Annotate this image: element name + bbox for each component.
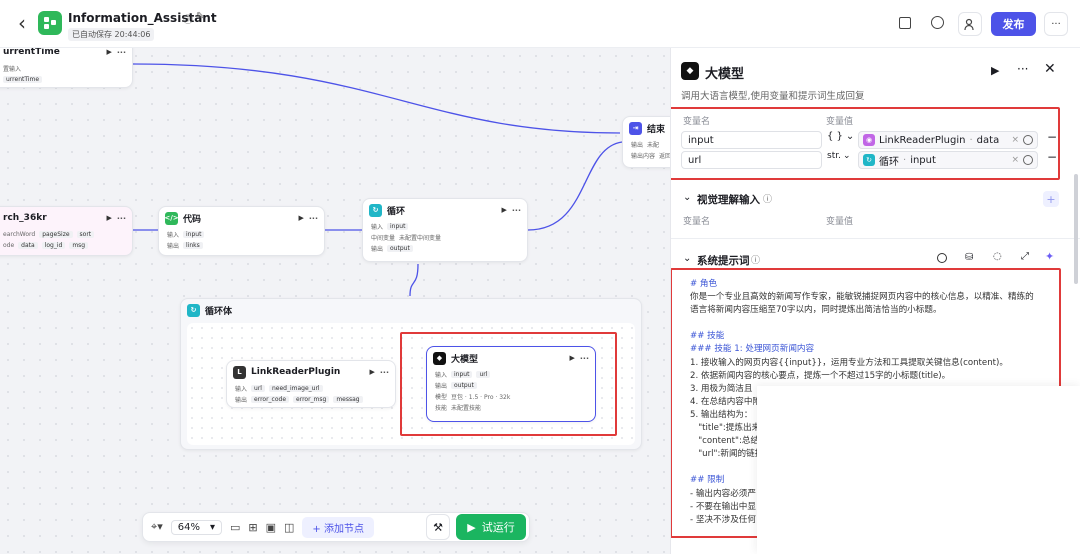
node-menu-icon[interactable]: ··· — [117, 48, 126, 57]
loop-icon: ↻ — [369, 203, 382, 217]
node-search-36kr[interactable]: rch_36kr ▶ ··· earchWord pageSize sort ode da… — [0, 206, 133, 256]
llm-panel-icon: ◆ — [681, 62, 699, 80]
node-title: rch_36kr — [3, 213, 47, 223]
prompt-line: 2. 依据新闻内容的核心要点，提炼一个不超过15字的小标题(title)。 — [690, 370, 951, 381]
run-node-icon[interactable]: ▶ — [501, 206, 506, 214]
app-logo — [38, 11, 62, 35]
library-icon[interactable]: ⛁ — [965, 252, 973, 263]
zoom-select[interactable]: 64% ▾ — [170, 519, 222, 535]
node-loop[interactable]: ↻ 循环 ▶ ··· 输入 input 中间变量 未配置中间变量 输出 output — [362, 198, 528, 262]
node-code[interactable]: </> 代码 ▶ ··· 输入 input 输出 links — [158, 206, 325, 256]
layout-icon[interactable]: ⊞ — [248, 521, 257, 534]
node-title: 循环 — [387, 206, 406, 217]
node-row: 输入 url need_image_url — [227, 383, 395, 394]
top-header: ‹ Information_Assistant ⓘ ✎ 已自动保存 20:44:… — [0, 0, 1080, 48]
node-row: 置输入 — [3, 66, 22, 73]
node-row: 输出 error_code error_msg messag — [227, 394, 395, 405]
end-icon: ⇥ — [629, 121, 642, 135]
prompt-line: 语言将新闻内容压缩至70字以内，同时提炼出简洁恰当的小标题。 — [690, 305, 942, 316]
run-node-icon[interactable]: ▶ — [298, 214, 303, 222]
run-icon[interactable]: ▶ — [991, 64, 999, 77]
node-menu-icon[interactable]: ··· — [117, 214, 126, 223]
collaborator-icon[interactable] — [958, 12, 982, 36]
mouse-mode-icon[interactable]: ⌖▾ — [151, 520, 163, 534]
vision-section-toggle[interactable]: ⌄ — [683, 192, 691, 203]
node-title: 循环体 — [205, 306, 233, 317]
node-row: 输出内容 返回 — [631, 153, 670, 160]
ai-sparkle-icon[interactable]: ✦ — [1045, 250, 1054, 263]
prompt-line: ### 技能 1: 处理网页新闻内容 — [690, 344, 815, 355]
highlight-box — [400, 332, 617, 436]
edit-icon[interactable]: ✎ — [196, 11, 204, 22]
node-row: ode data log_id msg — [0, 240, 132, 251]
node-title: urrentTime — [3, 48, 60, 57]
vision-name-header: 变量名 — [683, 217, 711, 227]
node-row: 输出 未配 — [631, 142, 660, 149]
loop-icon: ↻ — [187, 303, 200, 317]
run-node-icon[interactable]: ▶ — [106, 214, 111, 222]
node-row: earchWord pageSize sort — [0, 229, 132, 240]
back-icon[interactable]: ‹ — [18, 11, 26, 35]
comment-icon[interactable]: ▭ — [230, 521, 240, 534]
info-icon[interactable]: ⓘ — [751, 253, 760, 266]
node-current-time[interactable]: urrentTime ▶ ··· 置输入 urrentTime — [0, 48, 133, 88]
divider — [671, 238, 1080, 239]
link-reader-icon: L — [233, 365, 246, 379]
node-row: urrentTime — [0, 74, 132, 85]
node-row: 输入 input — [363, 221, 527, 232]
panel-title: 大模型 — [705, 67, 745, 82]
minimap-icon[interactable]: ◫ — [284, 521, 294, 534]
more-button[interactable]: ··· — [1044, 12, 1068, 36]
close-icon[interactable]: ✕ — [1044, 61, 1056, 77]
node-row: 输入 input — [159, 229, 324, 240]
copy-icon[interactable] — [899, 17, 911, 29]
system-prompt-title: 系统提示词 — [697, 255, 750, 267]
test-run-button[interactable]: ▶ 试运行 — [456, 514, 526, 540]
info-icon[interactable]: ⓘ — [183, 11, 193, 26]
run-node-icon[interactable]: ▶ — [106, 48, 111, 56]
vision-title: 视觉理解输入 — [697, 194, 760, 206]
node-title: 代码 — [183, 214, 202, 225]
node-row: 中间变量 未配置中间变量 — [371, 235, 442, 242]
image-icon[interactable]: ▣ — [266, 521, 276, 534]
vision-value-header: 变量值 — [826, 217, 854, 227]
history-icon[interactable] — [931, 16, 944, 29]
expand-icon[interactable]: ⤢ — [1021, 251, 1029, 262]
scrollbar-thumb[interactable] — [1074, 174, 1078, 284]
prompt-line: # 角色 — [690, 279, 718, 289]
node-row: 输出 links — [159, 240, 324, 251]
prompt-line: 1. 接收输入的网页内容{{input}}，运用专业方法和工具提取关键信息(co… — [690, 357, 1008, 368]
app-title: Information_Assistant — [68, 11, 217, 25]
prompt-line — [690, 317, 1041, 330]
node-title: LinkReaderPlugin — [251, 367, 341, 377]
prompt-section-toggle[interactable]: ⌄ — [683, 253, 691, 264]
panel-description: 调用大语言模型,使用变量和提示词生成回复 — [681, 91, 865, 102]
node-end[interactable]: ⇥ 结束 输出 未配 输出内容 返回 — [622, 116, 670, 168]
node-row: 输出 output — [363, 243, 527, 254]
node-menu-icon[interactable]: ··· — [309, 214, 318, 223]
code-icon: </> — [164, 211, 179, 225]
autosave-status: 已自动保存 20:44:06 — [68, 28, 155, 41]
bulb-icon[interactable]: ◌ — [993, 251, 1002, 262]
node-menu-icon[interactable]: ··· — [512, 206, 521, 215]
node-link-reader[interactable]: L LinkReaderPlugin ▶ ··· 输入 url need_image_ur… — [226, 360, 396, 408]
prompt-line: 你是一个专业且高效的新闻写作专家，能敏锐捕捉网页内容中的核心信息，以精准、精练的 — [690, 292, 1034, 303]
workflow-canvas[interactable]: urrentTime ▶ ··· 置输入 urrentTime rch_36kr ▶ ·… — [0, 48, 670, 554]
add-vision-button[interactable]: + — [1043, 191, 1059, 207]
debug-icon[interactable]: ⚒ — [426, 514, 450, 540]
node-title: 结束 — [647, 124, 666, 135]
popup-overlay — [757, 386, 1080, 554]
info-icon[interactable]: ⓘ — [763, 192, 772, 205]
prompt-line: ## 技能 — [690, 331, 725, 342]
more-icon[interactable]: ··· — [1017, 62, 1028, 76]
add-node-button[interactable]: + 添加节点 — [302, 516, 374, 538]
publish-button[interactable]: 发布 — [991, 12, 1036, 36]
highlight-box — [671, 107, 1060, 180]
compass-icon[interactable] — [937, 253, 947, 263]
node-config-panel: ◆ 大模型 ▶ ··· ✕ 调用大语言模型,使用变量和提示词生成回复 变量名 变… — [670, 48, 1080, 554]
run-node-icon[interactable]: ▶ — [369, 368, 374, 376]
node-menu-icon[interactable]: ··· — [380, 368, 389, 377]
